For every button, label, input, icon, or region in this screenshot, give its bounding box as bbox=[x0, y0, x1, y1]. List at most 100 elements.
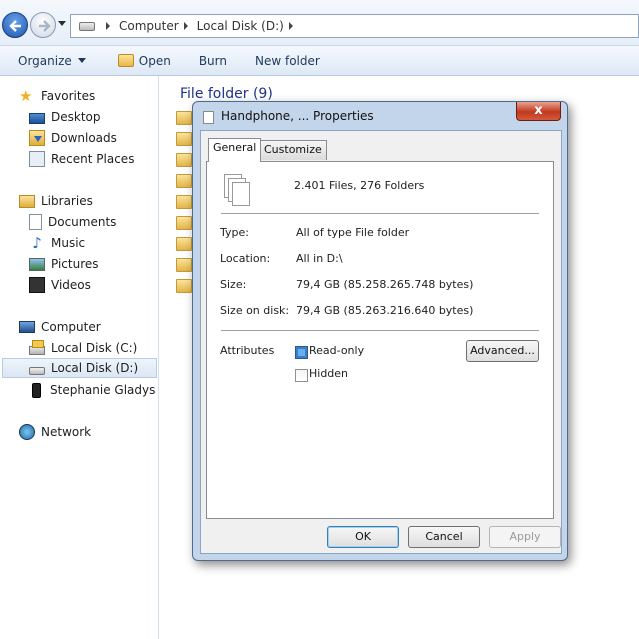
size-label: Size: bbox=[220, 278, 247, 291]
nav-music[interactable]: ♪ Music bbox=[29, 233, 85, 253]
command-bar: Organize Open Burn New folder bbox=[0, 46, 639, 76]
windows-drive-icon bbox=[29, 340, 45, 355]
folder-icon[interactable] bbox=[176, 132, 192, 146]
breadcrumb-chevron-icon[interactable] bbox=[106, 22, 110, 30]
nav-desktop-label: Desktop bbox=[51, 110, 101, 124]
location-value: All in D:\ bbox=[296, 252, 343, 265]
videos-icon bbox=[29, 277, 45, 293]
folder-icon[interactable] bbox=[176, 153, 192, 167]
tab-general[interactable]: General bbox=[208, 138, 262, 162]
dialog-body: General Customize 2.401 Files, 276 Folde… bbox=[200, 130, 562, 554]
read-only-label[interactable]: Read-only bbox=[309, 344, 364, 357]
drive-icon bbox=[29, 366, 45, 375]
cancel-button[interactable]: Cancel bbox=[408, 526, 480, 548]
folder-icon[interactable] bbox=[176, 111, 192, 125]
nav-libraries[interactable]: Libraries bbox=[19, 191, 93, 211]
tab-customize[interactable]: Customize bbox=[259, 140, 327, 160]
nav-network[interactable]: Network bbox=[19, 422, 91, 442]
pictures-icon bbox=[29, 257, 45, 271]
nav-stephanie-gladys-label: Stephanie Gladys bbox=[50, 383, 156, 397]
size-value: 79,4 GB (85.258.265.748 bytes) bbox=[296, 278, 474, 291]
advanced-button[interactable]: Advanced... bbox=[466, 340, 539, 362]
nav-local-disk-c[interactable]: Local Disk (C:) bbox=[29, 338, 137, 358]
navigation-pane: ★ Favorites Desktop Downloads Recent Pla… bbox=[0, 76, 159, 639]
nav-stephanie-gladys[interactable]: Stephanie Gladys bbox=[29, 380, 155, 400]
dialog-title: Handphone, ... Properties bbox=[221, 109, 374, 123]
hidden-label[interactable]: Hidden bbox=[309, 367, 348, 380]
divider bbox=[221, 213, 539, 214]
nav-pictures-label: Pictures bbox=[51, 257, 99, 271]
divider bbox=[221, 330, 539, 331]
breadcrumb-local-disk-d[interactable]: Local Disk (D:) bbox=[197, 19, 284, 33]
nav-favorites[interactable]: ★ Favorites bbox=[19, 86, 95, 106]
folder-icon[interactable] bbox=[176, 174, 192, 188]
libraries-icon bbox=[19, 194, 35, 208]
folder-icon[interactable] bbox=[176, 237, 192, 251]
nav-computer-label: Computer bbox=[41, 320, 101, 334]
size-on-disk-value: 79,4 GB (85.263.216.640 bytes) bbox=[296, 304, 474, 317]
breadcrumb-chevron-icon[interactable] bbox=[183, 22, 188, 30]
nav-recent-places-label: Recent Places bbox=[51, 152, 135, 166]
document-icon bbox=[203, 111, 214, 124]
folder-icon[interactable] bbox=[176, 195, 192, 209]
folder-icon[interactable] bbox=[176, 216, 192, 230]
burn-label: Burn bbox=[198, 53, 227, 68]
multiple-files-icon bbox=[224, 174, 254, 208]
open-folder-icon bbox=[117, 54, 134, 67]
folder-icon[interactable] bbox=[176, 279, 192, 293]
ok-button[interactable]: OK bbox=[327, 526, 399, 548]
folder-icon[interactable] bbox=[176, 258, 192, 272]
hidden-checkbox[interactable] bbox=[295, 369, 308, 382]
phone-device-icon bbox=[32, 382, 41, 398]
nav-network-label: Network bbox=[41, 425, 92, 439]
address-field[interactable]: Computer Local Disk (D:) bbox=[70, 14, 639, 38]
nav-desktop[interactable]: Desktop bbox=[29, 107, 101, 127]
type-value: All of type File folder bbox=[296, 226, 410, 239]
nav-videos-label: Videos bbox=[51, 278, 91, 292]
arrow-left-icon bbox=[9, 20, 21, 32]
nav-libraries-label: Libraries bbox=[41, 194, 93, 208]
nav-recent-places[interactable]: Recent Places bbox=[29, 149, 134, 169]
chevron-down-icon bbox=[77, 58, 86, 63]
size-on-disk-label: Size on disk: bbox=[220, 304, 290, 317]
nav-local-disk-d[interactable]: Local Disk (D:) bbox=[2, 358, 157, 378]
group-heading[interactable]: File folder (9) bbox=[180, 86, 273, 102]
nav-computer[interactable]: Computer bbox=[19, 317, 101, 337]
nav-documents[interactable]: Documents bbox=[29, 212, 116, 232]
nav-downloads-label: Downloads bbox=[51, 131, 117, 145]
breadcrumb-computer[interactable]: Computer bbox=[119, 19, 179, 33]
arrow-right-icon bbox=[39, 20, 51, 32]
recent-pages-dropdown-icon[interactable] bbox=[58, 21, 66, 26]
attributes-label: Attributes bbox=[220, 344, 275, 357]
breadcrumb-chevron-icon[interactable] bbox=[288, 22, 293, 30]
read-only-checkbox[interactable] bbox=[295, 346, 308, 359]
nav-favorites-label: Favorites bbox=[41, 89, 96, 103]
organize-button[interactable]: Organize bbox=[18, 49, 86, 73]
back-button[interactable] bbox=[2, 12, 28, 38]
network-icon bbox=[19, 424, 35, 440]
forward-button[interactable] bbox=[30, 12, 56, 38]
computer-icon bbox=[19, 321, 35, 333]
open-label: Open bbox=[138, 53, 171, 68]
drive-icon bbox=[79, 21, 95, 31]
apply-button[interactable]: Apply bbox=[489, 526, 561, 548]
nav-local-disk-c-label: Local Disk (C:) bbox=[51, 341, 138, 355]
nav-videos[interactable]: Videos bbox=[29, 275, 91, 295]
recent-places-icon bbox=[29, 151, 45, 167]
nav-music-label: Music bbox=[51, 236, 86, 250]
music-note-icon: ♪ bbox=[32, 234, 42, 252]
nav-downloads[interactable]: Downloads bbox=[29, 128, 117, 148]
close-button[interactable]: x bbox=[516, 102, 561, 121]
type-label: Type: bbox=[220, 226, 249, 239]
nav-documents-label: Documents bbox=[48, 215, 117, 229]
downloads-icon bbox=[29, 130, 45, 146]
open-button[interactable]: Open bbox=[117, 49, 171, 73]
address-bar-area: Computer Local Disk (D:) bbox=[0, 0, 639, 46]
organize-label: Organize bbox=[18, 53, 72, 68]
new-folder-button[interactable]: New folder bbox=[255, 49, 320, 73]
general-panel: 2.401 Files, 276 Folders Type: All of ty… bbox=[206, 161, 554, 519]
properties-dialog: Handphone, ... Properties x General Cust… bbox=[192, 101, 568, 561]
burn-button[interactable]: Burn bbox=[199, 49, 227, 73]
star-icon: ★ bbox=[19, 87, 33, 105]
nav-pictures[interactable]: Pictures bbox=[29, 254, 99, 274]
